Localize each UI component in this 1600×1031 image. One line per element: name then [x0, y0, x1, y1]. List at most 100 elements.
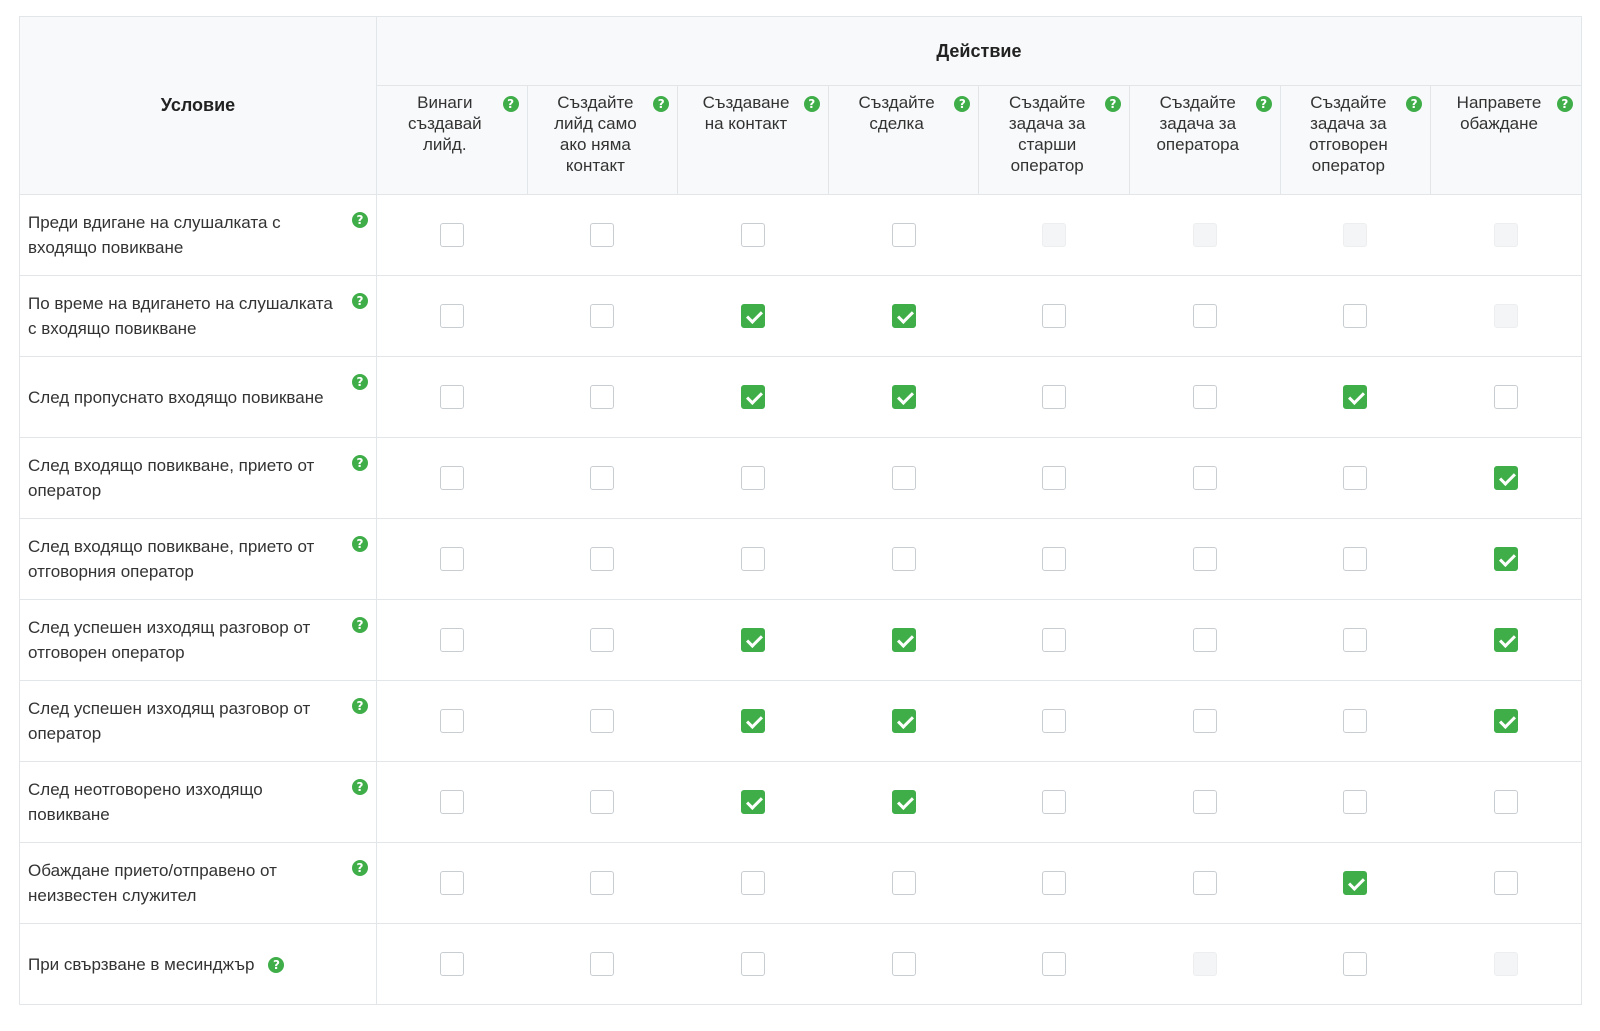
checkbox-always-create-lead[interactable]	[440, 547, 465, 571]
checkbox-task-operator[interactable]	[1192, 547, 1217, 571]
checkbox-task-operator[interactable]	[1192, 790, 1217, 814]
checkbox-always-create-lead[interactable]	[440, 466, 465, 490]
checkbox-task-responsible-operator[interactable]	[1343, 547, 1368, 571]
help-icon[interactable]: ?	[352, 455, 368, 471]
help-icon[interactable]: ?	[352, 536, 368, 552]
checkbox-make-call[interactable]	[1493, 871, 1518, 895]
checkbox-create-lead-if-no-contact[interactable]	[590, 709, 615, 733]
checkbox-task-responsible-operator[interactable]	[1343, 466, 1368, 490]
help-icon[interactable]: ?	[352, 293, 368, 309]
checkbox-create-deal[interactable]	[891, 304, 916, 328]
checkbox-create-deal[interactable]	[891, 790, 916, 814]
checkbox-create-deal[interactable]	[891, 547, 916, 571]
checkbox-create-deal[interactable]	[891, 466, 916, 490]
checkbox-make-call[interactable]	[1493, 628, 1518, 652]
checkbox-create-deal[interactable]	[891, 385, 916, 409]
help-icon[interactable]: ?	[352, 779, 368, 795]
checkbox-create-lead-if-no-contact[interactable]	[590, 466, 615, 490]
checkbox-make-call[interactable]	[1493, 466, 1518, 490]
checkbox-create-contact[interactable]	[740, 466, 765, 490]
checkbox-always-create-lead[interactable]	[440, 628, 465, 652]
help-icon[interactable]: ?	[352, 617, 368, 633]
help-icon[interactable]: ?	[352, 698, 368, 714]
checkbox-create-contact[interactable]	[740, 223, 765, 247]
checkbox-always-create-lead[interactable]	[440, 790, 465, 814]
checkbox-task-responsible-operator[interactable]	[1343, 952, 1368, 976]
checkbox-create-lead-if-no-contact[interactable]	[590, 790, 615, 814]
checkbox-task-senior-operator[interactable]	[1042, 466, 1067, 490]
help-icon[interactable]: ?	[1406, 96, 1423, 112]
checkbox-always-create-lead[interactable]	[440, 385, 465, 409]
checkbox-cell	[376, 275, 528, 357]
checkbox-create-deal[interactable]	[891, 709, 916, 733]
condition-cell: Преди вдигане на слушалката с входящо по…	[19, 194, 377, 276]
checkbox-create-contact[interactable]	[740, 952, 765, 976]
help-icon[interactable]: ?	[352, 212, 368, 228]
checkbox-create-contact[interactable]	[740, 385, 765, 409]
checkbox-task-senior-operator[interactable]	[1042, 547, 1067, 571]
checkbox-always-create-lead[interactable]	[440, 709, 465, 733]
checkbox-create-deal[interactable]	[891, 871, 916, 895]
checkbox-task-operator[interactable]	[1192, 304, 1217, 328]
checkbox-task-senior-operator[interactable]	[1042, 952, 1067, 976]
checkbox-task-operator[interactable]	[1192, 628, 1217, 652]
checkbox-task-senior-operator[interactable]	[1042, 709, 1067, 733]
checkbox-task-operator[interactable]	[1192, 385, 1217, 409]
checkbox-create-lead-if-no-contact[interactable]	[590, 547, 615, 571]
checkbox-make-call[interactable]	[1493, 547, 1518, 571]
checkbox-create-deal[interactable]	[891, 628, 916, 652]
checkbox-always-create-lead[interactable]	[440, 223, 465, 247]
checkbox-task-operator[interactable]	[1192, 709, 1217, 733]
checkbox-task-senior-operator[interactable]	[1042, 628, 1067, 652]
help-icon[interactable]: ?	[1104, 96, 1121, 112]
help-icon[interactable]: ?	[803, 96, 820, 112]
checkbox-create-lead-if-no-contact[interactable]	[590, 952, 615, 976]
checkbox-create-contact[interactable]	[740, 304, 765, 328]
checkbox-task-responsible-operator[interactable]	[1343, 790, 1368, 814]
checkbox-make-call[interactable]	[1493, 709, 1518, 733]
help-icon[interactable]: ?	[268, 956, 285, 973]
checkbox-create-lead-if-no-contact[interactable]	[590, 871, 615, 895]
checkbox-create-contact[interactable]	[740, 709, 765, 733]
checkbox-task-operator[interactable]	[1192, 466, 1217, 490]
checkbox-task-operator[interactable]	[1192, 871, 1217, 895]
checkbox-cell	[978, 680, 1130, 762]
help-icon[interactable]: ?	[954, 96, 971, 112]
checkbox-create-deal[interactable]	[891, 952, 916, 976]
checkbox-task-senior-operator[interactable]	[1042, 871, 1067, 895]
checkbox-create-lead-if-no-contact[interactable]	[590, 628, 615, 652]
checkbox-cell	[978, 275, 1130, 357]
checkbox-cell	[376, 842, 528, 924]
checkbox-task-responsible-operator[interactable]	[1343, 385, 1368, 409]
checkbox-cell	[828, 923, 979, 1005]
checkbox-create-deal[interactable]	[891, 223, 916, 247]
checkbox-task-senior-operator[interactable]	[1042, 385, 1067, 409]
checkbox-create-lead-if-no-contact[interactable]	[590, 304, 615, 328]
checkbox-create-lead-if-no-contact[interactable]	[590, 223, 615, 247]
checkbox-task-responsible-operator[interactable]	[1343, 304, 1368, 328]
checkbox-make-call[interactable]	[1493, 790, 1518, 814]
help-icon[interactable]: ?	[1255, 96, 1272, 112]
column-header-task-senior-operator: Създайте задача за старши оператор?	[978, 85, 1130, 195]
help-icon[interactable]: ?	[502, 96, 519, 112]
checkbox-always-create-lead[interactable]	[440, 304, 465, 328]
checkbox-create-lead-if-no-contact[interactable]	[590, 385, 615, 409]
help-icon[interactable]: ?	[352, 860, 368, 876]
help-icon[interactable]: ?	[352, 374, 368, 390]
checkbox-make-call[interactable]	[1493, 385, 1518, 409]
checkbox-create-contact[interactable]	[740, 547, 765, 571]
checkbox-create-contact[interactable]	[740, 628, 765, 652]
checkbox-task-responsible-operator[interactable]	[1343, 871, 1368, 895]
checkbox-create-contact[interactable]	[740, 790, 765, 814]
checkbox-task-responsible-operator[interactable]	[1343, 709, 1368, 733]
checkbox-task-senior-operator[interactable]	[1042, 304, 1067, 328]
checkbox-always-create-lead[interactable]	[440, 952, 465, 976]
checkbox-task-senior-operator[interactable]	[1042, 790, 1067, 814]
table-row: След входящо повикване, прието от операт…	[19, 437, 1582, 519]
checkbox-create-contact[interactable]	[740, 871, 765, 895]
help-icon[interactable]: ?	[653, 96, 670, 112]
checkbox-task-responsible-operator[interactable]	[1343, 628, 1368, 652]
checkbox-cell	[1280, 437, 1431, 519]
checkbox-always-create-lead[interactable]	[440, 871, 465, 895]
help-icon[interactable]: ?	[1556, 96, 1573, 112]
